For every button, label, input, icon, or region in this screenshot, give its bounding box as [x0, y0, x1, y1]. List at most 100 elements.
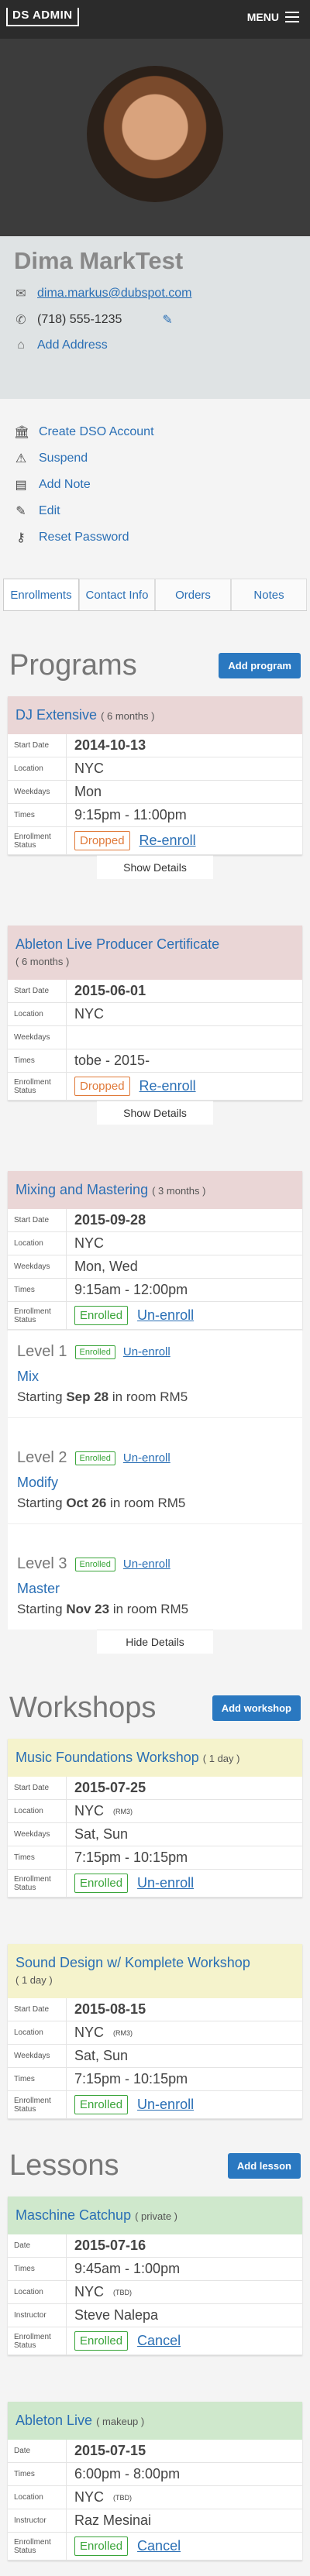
home-icon: ⌂	[17, 338, 25, 352]
program-card: DJ Extensive ( 6 months ) Start Date 2014…	[8, 696, 302, 855]
program-card: Mixing and Mastering ( 3 months ) Start …	[8, 1171, 302, 1330]
start-date-value: 2015-06-01	[74, 983, 146, 998]
status-badge: Enrolled	[74, 2095, 129, 2114]
location-value: NYC (TBD)	[74, 2284, 133, 2300]
location-value: NYC	[74, 761, 105, 776]
phone-row: ✆ (718) 555-1235 ✎	[14, 312, 296, 328]
tab-enrollments[interactable]: Enrollments	[3, 579, 79, 610]
workshop-duration: ( 1 day )	[16, 1974, 53, 1986]
level-title-link[interactable]: Modify	[17, 1475, 293, 1491]
pencil-icon[interactable]: ✎	[162, 312, 172, 328]
times-label: Times	[8, 2068, 67, 2090]
un-enroll-link[interactable]: Un-enroll	[137, 1875, 194, 1891]
hide-details-button[interactable]: Hide Details	[97, 1630, 213, 1654]
email-link[interactable]: dima.markus@dubspot.com	[37, 287, 191, 301]
add-lesson-button[interactable]: Add lesson	[227, 2152, 301, 2179]
enrollment-status-label: Enrollment Status	[8, 1302, 67, 1329]
program-duration: ( 6 months )	[101, 710, 155, 722]
lesson-name-link[interactable]: Maschine Catchup	[16, 2207, 131, 2223]
level-label: Level 3	[17, 1555, 67, 1572]
add-workshop-button[interactable]: Add workshop	[212, 1695, 301, 1721]
lesson-card: Ableton Live ( makeup ) Date 2015-07-15 T…	[8, 2402, 302, 2561]
create-dso-account-action[interactable]: 🏛 Create DSO Account	[14, 419, 296, 445]
student-name: Dima MarkTest	[14, 247, 184, 274]
level-label: Level 2	[17, 1449, 67, 1466]
program-card-header: Mixing and Mastering ( 3 months )	[8, 1171, 302, 1209]
enrollment-status-label: Enrollment Status	[8, 2327, 67, 2354]
re-enroll-link[interactable]: Re-enroll	[140, 833, 196, 849]
weekdays-value: Mon, Wed	[74, 1259, 138, 1274]
location-value: NYC	[74, 1006, 105, 1022]
show-details-button[interactable]: Show Details	[97, 855, 213, 879]
weekdays-label: Weekdays	[8, 1026, 67, 1049]
top-bar: DS ADMIN MENU	[0, 0, 310, 39]
times-value: tobe - 2015-	[74, 1053, 150, 1068]
un-enroll-link[interactable]: Un-enroll	[123, 1451, 170, 1465]
program-level: Level 1 Enrolled Un-enroll Mix Starting Se…	[8, 1330, 302, 1417]
program-name-link[interactable]: DJ Extensive	[16, 707, 97, 723]
cancel-link[interactable]: Cancel	[137, 2538, 181, 2554]
status-badge: Enrolled	[74, 1345, 115, 1359]
times-label: Times	[8, 804, 67, 826]
workshop-name-link[interactable]: Music Foundations Workshop	[16, 1750, 199, 1765]
lesson-kind: ( makeup )	[96, 2416, 145, 2427]
hamburger-icon	[285, 12, 299, 22]
level-start: Starting Oct 26 in room RM5	[17, 1496, 186, 1510]
add-note-action[interactable]: ▤ Add Note	[14, 472, 296, 498]
workshop-card: Sound Design w/ Komplete Workshop ( 1 da…	[8, 1944, 302, 2119]
start-date-value: 2015-08-15	[74, 2001, 146, 2017]
location-label: Location	[8, 1232, 67, 1255]
weekdays-value: Sat, Sun	[74, 2048, 129, 2063]
key-icon: ⚷	[16, 531, 26, 544]
weekdays-label: Weekdays	[8, 1823, 67, 1846]
enrollment-status-label: Enrollment Status	[8, 1870, 67, 1897]
app-logo[interactable]: DS ADMIN	[6, 8, 79, 26]
workshop-name-link[interactable]: Sound Design w/ Komplete Workshop	[16, 1955, 250, 1970]
program-name-link[interactable]: Mixing and Mastering	[16, 1182, 148, 1197]
level-title-link[interactable]: Mix	[17, 1369, 293, 1385]
status-badge: Enrolled	[74, 1451, 115, 1465]
tab-contact-info[interactable]: Contact Info	[79, 579, 155, 610]
weekdays-label: Weekdays	[8, 2045, 67, 2067]
phone-number: (718) 555-1235	[37, 313, 122, 326]
lessons-title: Lessons	[9, 2148, 119, 2182]
un-enroll-link[interactable]: Un-enroll	[123, 1558, 170, 1571]
lesson-card-header: Maschine Catchup ( private )	[8, 2196, 302, 2234]
edit-action[interactable]: ✎ Edit	[14, 498, 296, 524]
menu-button[interactable]: MENU	[247, 11, 299, 23]
lesson-kind: ( private )	[135, 2210, 178, 2222]
un-enroll-link[interactable]: Un-enroll	[123, 1345, 170, 1358]
un-enroll-link[interactable]: Un-enroll	[137, 1307, 194, 1324]
location-label: Location	[8, 1003, 67, 1025]
add-address-link[interactable]: Add Address	[37, 338, 108, 352]
program-duration: ( 3 months )	[152, 1185, 206, 1197]
start-date-value: 2015-07-25	[74, 1780, 146, 1795]
instructor-value: Raz Mesinai	[74, 2512, 152, 2528]
program-name-link[interactable]: Ableton Live Producer Certificate	[16, 936, 219, 952]
instructor-label: Instructor	[8, 2304, 67, 2327]
tab-notes[interactable]: Notes	[231, 579, 307, 610]
start-date-label: Start Date	[8, 1209, 67, 1231]
room-label: (RM3)	[113, 1807, 133, 1815]
reset-password-action[interactable]: ⚷ Reset Password	[14, 524, 296, 551]
add-program-button[interactable]: Add program	[219, 652, 301, 678]
status-badge: Enrolled	[74, 1874, 129, 1893]
bank-icon: 🏛	[14, 426, 30, 439]
pencil-icon: ✎	[16, 505, 26, 518]
show-details-button[interactable]: Show Details	[97, 1101, 213, 1125]
cancel-link[interactable]: Cancel	[137, 2333, 181, 2349]
programs-header: Programs Add program	[0, 642, 310, 689]
re-enroll-link[interactable]: Re-enroll	[140, 1078, 196, 1094]
level-title-link[interactable]: Master	[17, 1581, 293, 1597]
un-enroll-link[interactable]: Un-enroll	[137, 2097, 194, 2113]
lessons-header: Lessons Add lesson	[0, 2142, 310, 2189]
suspend-action[interactable]: ⚠ Suspend	[14, 445, 296, 472]
location-label: Location	[8, 2281, 67, 2303]
lesson-name-link[interactable]: Ableton Live	[16, 2413, 92, 2428]
start-date-label: Start Date	[8, 734, 67, 757]
tab-orders[interactable]: Orders	[155, 579, 231, 610]
times-value: 9:15pm - 11:00pm	[74, 807, 187, 823]
enrollment-status-label: Enrollment Status	[8, 2533, 67, 2560]
location-value: NYC (RM3)	[74, 1803, 133, 1819]
profile-hero	[0, 39, 310, 236]
